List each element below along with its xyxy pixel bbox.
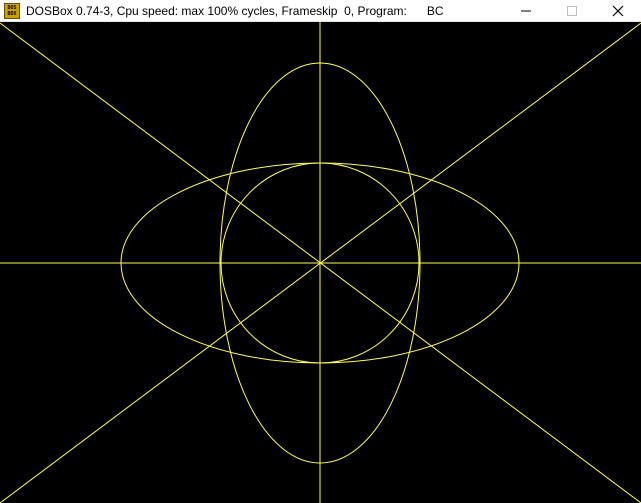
minimize-button[interactable] <box>503 0 549 22</box>
minimize-icon <box>521 10 531 12</box>
icon-label-bottom: BOX <box>7 10 17 17</box>
window-controls <box>503 0 641 22</box>
maximize-button[interactable] <box>549 0 595 22</box>
dosbox-window: DOS BOX DOSBox 0.74-3, Cpu speed: max 10… <box>0 0 641 503</box>
close-icon <box>612 5 624 17</box>
maximize-icon <box>567 6 577 16</box>
dos-screen[interactable] <box>0 22 641 503</box>
bgi-graphics-canvas <box>0 22 641 503</box>
title-bar[interactable]: DOS BOX DOSBox 0.74-3, Cpu speed: max 10… <box>0 0 641 22</box>
close-button[interactable] <box>595 0 641 22</box>
dosbox-icon[interactable]: DOS BOX <box>4 2 20 19</box>
window-title: DOSBox 0.74-3, Cpu speed: max 100% cycle… <box>26 3 444 18</box>
